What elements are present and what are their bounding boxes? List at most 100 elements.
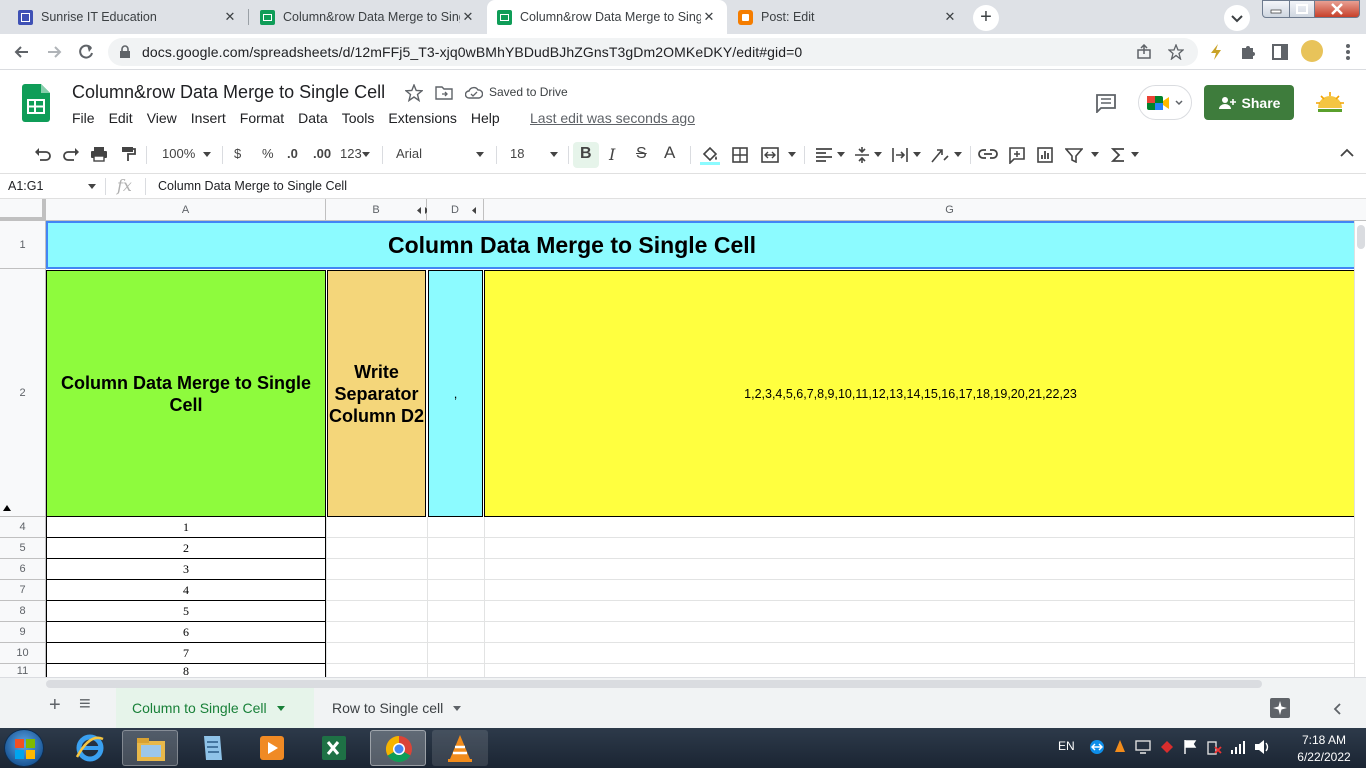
puzzle-icon[interactable] bbox=[1238, 42, 1258, 62]
clock-date[interactable]: 6/22/2022 bbox=[1291, 750, 1357, 764]
cell-a5[interactable]: 2 bbox=[46, 538, 326, 559]
vertical-scrollbar[interactable] bbox=[1354, 221, 1366, 677]
network-signal-icon[interactable] bbox=[1230, 739, 1246, 755]
caret-down-icon[interactable] bbox=[88, 184, 96, 189]
cell-g2-result[interactable]: 1,2,3,4,5,6,7,8,9,10,11,12,13,14,15,16,1… bbox=[484, 270, 1366, 517]
cell-a11[interactable]: 8 bbox=[46, 664, 326, 677]
vertical-scroll-thumb[interactable] bbox=[1357, 225, 1365, 249]
filter-icon[interactable] bbox=[1065, 147, 1083, 163]
row-header-10[interactable]: 10 bbox=[0, 643, 46, 664]
row-header-6[interactable]: 6 bbox=[0, 559, 46, 580]
browser-tab-blogger[interactable]: Post: Edit ✕ bbox=[728, 0, 968, 34]
language-indicator[interactable]: EN bbox=[1058, 739, 1075, 753]
menu-file[interactable]: File bbox=[72, 110, 95, 126]
cell-a9[interactable]: 6 bbox=[46, 622, 326, 643]
undo-icon[interactable] bbox=[34, 146, 52, 162]
menu-extensions[interactable]: Extensions bbox=[388, 110, 456, 126]
fill-color-icon[interactable] bbox=[700, 145, 720, 165]
cell-b2[interactable]: Write Separator Column D2 bbox=[327, 270, 426, 517]
column-header-b[interactable]: B bbox=[326, 199, 429, 221]
row-header-11[interactable]: 11 bbox=[0, 664, 46, 677]
omnibox[interactable]: docs.google.com/spreadsheets/d/12mFFj5_T… bbox=[108, 38, 1198, 66]
insert-link-icon[interactable] bbox=[978, 148, 998, 160]
browser-tab-sunrise[interactable]: Sunrise IT Education ✕ bbox=[8, 0, 248, 34]
teamviewer-icon[interactable] bbox=[1089, 739, 1105, 755]
more-formats-button[interactable]: 123 bbox=[340, 146, 362, 161]
cell-a8[interactable]: 5 bbox=[46, 601, 326, 622]
merge-cells-icon[interactable] bbox=[761, 146, 779, 164]
cell-d2[interactable]: , bbox=[428, 270, 483, 517]
currency-format-button[interactable]: $ bbox=[234, 146, 241, 161]
italic-button[interactable]: I bbox=[609, 145, 615, 164]
caret-down-icon[interactable] bbox=[453, 705, 462, 711]
sunrise-logo-icon[interactable] bbox=[1316, 90, 1344, 116]
redo-icon[interactable] bbox=[62, 146, 80, 162]
menu-format[interactable]: Format bbox=[240, 110, 284, 126]
functions-sigma-icon[interactable] bbox=[1111, 147, 1125, 163]
record-tray-icon[interactable] bbox=[1159, 739, 1175, 755]
side-panel-icon[interactable] bbox=[1270, 42, 1290, 62]
collapse-menus-icon[interactable] bbox=[1340, 148, 1354, 158]
extension-lightning-icon[interactable] bbox=[1206, 42, 1226, 62]
font-size-select[interactable]: 18 bbox=[510, 146, 524, 161]
chrome-taskbar-button[interactable] bbox=[370, 730, 426, 766]
share-button[interactable]: Share bbox=[1204, 85, 1294, 120]
row-header-1[interactable]: 1 bbox=[0, 221, 46, 269]
text-wrap-icon[interactable] bbox=[891, 146, 909, 164]
forward-arrow-icon[interactable] bbox=[44, 42, 64, 62]
column-header-d[interactable]: D bbox=[427, 199, 491, 221]
column-header-g[interactable]: G bbox=[484, 199, 1366, 221]
sheet-tab-row-to-single-cell[interactable]: Row to Single cell bbox=[316, 688, 484, 728]
move-folder-icon[interactable] bbox=[435, 85, 453, 101]
menu-help[interactable]: Help bbox=[471, 110, 500, 126]
maximize-button[interactable] bbox=[1289, 0, 1315, 18]
add-sheet-button[interactable]: + bbox=[49, 694, 61, 717]
explore-icon[interactable] bbox=[1270, 698, 1290, 718]
menu-tools[interactable]: Tools bbox=[342, 110, 375, 126]
ie-taskbar-button[interactable] bbox=[62, 730, 118, 766]
select-all-corner[interactable] bbox=[0, 199, 46, 221]
explorer-taskbar-button[interactable] bbox=[122, 730, 178, 766]
media-taskbar-button[interactable] bbox=[244, 730, 300, 766]
insert-comment-icon[interactable] bbox=[1008, 146, 1026, 164]
percent-format-button[interactable]: % bbox=[262, 146, 274, 161]
clock-time[interactable]: 7:18 AM bbox=[1291, 733, 1357, 747]
vlc-tray-icon[interactable] bbox=[1113, 739, 1127, 755]
all-sheets-button[interactable]: ≡ bbox=[79, 693, 91, 716]
reload-icon[interactable] bbox=[76, 42, 96, 62]
sheets-logo-icon[interactable] bbox=[22, 84, 50, 122]
row-header-7[interactable]: 7 bbox=[0, 580, 46, 601]
star-icon[interactable] bbox=[1168, 44, 1184, 60]
name-box[interactable]: A1:G1 bbox=[8, 179, 43, 193]
star-icon[interactable] bbox=[405, 84, 423, 102]
more-vert-icon[interactable] bbox=[1338, 42, 1358, 62]
column-header-a[interactable]: A bbox=[46, 199, 326, 221]
hidden-row-up-arrow-icon[interactable] bbox=[3, 505, 11, 511]
meet-button[interactable] bbox=[1138, 85, 1192, 120]
browser-tab-sheets-1[interactable]: Column&row Data Merge to Single Cell - G… bbox=[250, 0, 486, 34]
new-tab-button[interactable]: + bbox=[973, 5, 999, 31]
caret-down-icon[interactable] bbox=[276, 705, 285, 711]
menu-insert[interactable]: Insert bbox=[191, 110, 226, 126]
back-arrow-icon[interactable] bbox=[12, 42, 32, 62]
close-icon[interactable]: ✕ bbox=[460, 9, 476, 25]
menu-edit[interactable]: Edit bbox=[109, 110, 133, 126]
share-page-icon[interactable] bbox=[1136, 44, 1152, 60]
print-icon[interactable] bbox=[90, 146, 108, 162]
merged-title-cell[interactable]: Column Data Merge to Single Cell bbox=[46, 221, 1366, 269]
text-color-button[interactable]: A bbox=[664, 143, 675, 163]
close-icon[interactable]: ✕ bbox=[222, 9, 238, 25]
row-header-4[interactable]: 4 bbox=[0, 517, 46, 538]
bold-button[interactable]: B bbox=[580, 145, 592, 163]
window-close-button[interactable] bbox=[1314, 0, 1360, 18]
notepad-taskbar-button[interactable] bbox=[184, 730, 240, 766]
insert-chart-icon[interactable] bbox=[1036, 146, 1054, 164]
volume-icon[interactable] bbox=[1254, 739, 1272, 755]
cell-a6[interactable]: 3 bbox=[46, 559, 326, 580]
decrease-decimal-button[interactable]: .0 bbox=[287, 146, 298, 161]
row-header-8[interactable]: 8 bbox=[0, 601, 46, 622]
close-icon[interactable]: ✕ bbox=[942, 9, 958, 25]
power-tray-icon[interactable] bbox=[1206, 739, 1222, 755]
row-header-2[interactable]: 2 bbox=[0, 269, 46, 517]
align-horizontal-icon[interactable] bbox=[815, 147, 833, 163]
